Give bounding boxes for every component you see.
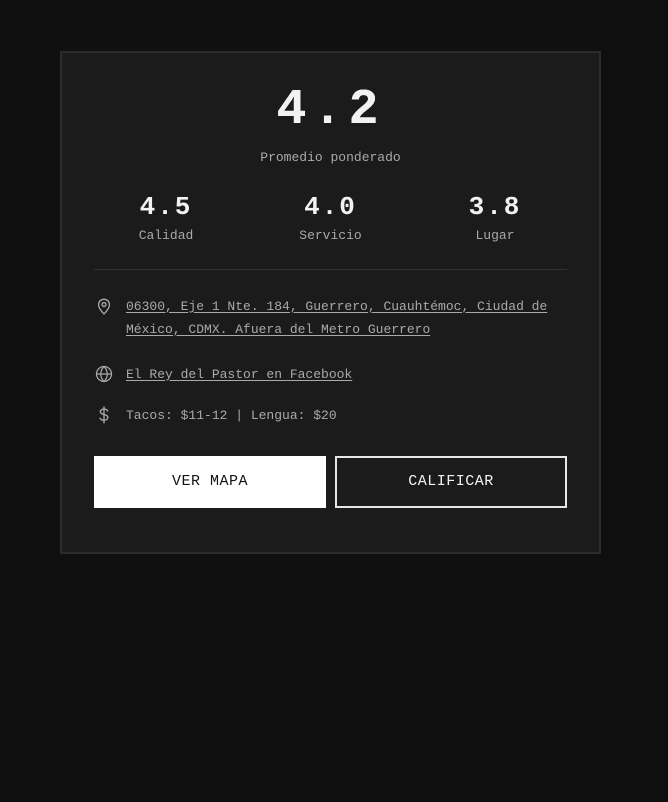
facebook-row: El Rey del Pastor en Facebook	[94, 363, 567, 386]
facebook-link[interactable]: El Rey del Pastor en Facebook	[126, 363, 352, 386]
view-map-button[interactable]: VER MAPA	[94, 455, 326, 508]
map-pin-icon	[94, 296, 114, 316]
address-link[interactable]: 06300, Eje 1 Nte. 184, Guerrero, Cuauhté…	[126, 295, 567, 341]
metric-label: Servicio	[299, 227, 362, 243]
rating-breakdown: 4.5 Calidad 4.0 Servicio 3.8 Lugar	[94, 193, 567, 243]
action-buttons: VER MAPA CALIFICAR	[94, 455, 567, 508]
prices-text: Tacos: $11-12 | Lengua: $20	[126, 407, 337, 423]
restaurant-rating-card: 4.2 Promedio ponderado 4.5 Calidad 4.0 S…	[60, 51, 601, 554]
metric-value: 4.0	[304, 192, 357, 222]
metric-place: 3.8 Lugar	[435, 193, 555, 243]
prices-row: Tacos: $11-12 | Lengua: $20	[94, 404, 567, 427]
dollar-icon	[94, 405, 114, 425]
overall-rating-label: Promedio ponderado	[260, 150, 401, 165]
metric-label: Lugar	[475, 227, 515, 243]
metric-value: 3.8	[468, 192, 522, 222]
metric-label: Calidad	[138, 227, 194, 243]
globe-icon	[94, 364, 114, 384]
rate-button[interactable]: CALIFICAR	[335, 455, 567, 508]
address-row: 06300, Eje 1 Nte. 184, Guerrero, Cuauhté…	[94, 295, 567, 341]
metric-value: 4.5	[139, 192, 193, 222]
metric-quality: 4.5 Calidad	[106, 193, 226, 243]
divider	[94, 268, 567, 270]
overall-rating: 4.2	[276, 82, 385, 139]
metric-service: 4.0 Servicio	[271, 193, 391, 243]
